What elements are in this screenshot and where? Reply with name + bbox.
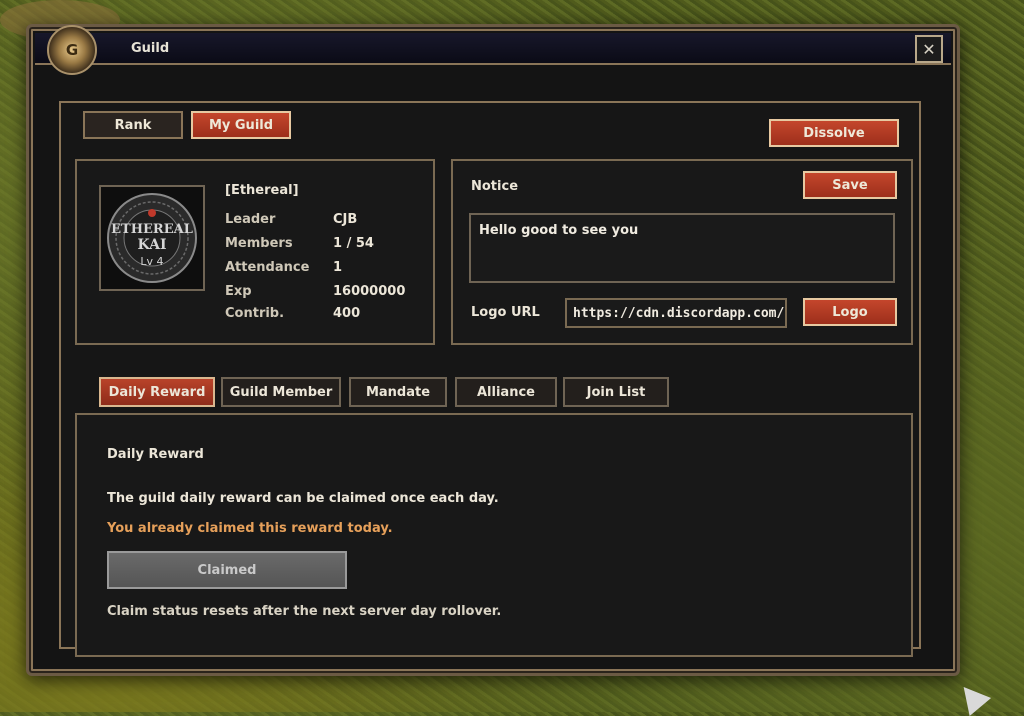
daily-reward-description: The guild daily reward can be claimed on…: [107, 491, 499, 506]
close-button[interactable]: ✕: [915, 35, 943, 63]
logo-line3: Lv 4: [140, 255, 163, 268]
claimed-label: Claimed: [197, 562, 257, 578]
tab-my-guild-label: My Guild: [208, 117, 274, 133]
logo-button-label: Logo: [832, 304, 868, 320]
notice-textarea[interactable]: Hello good to see you: [469, 213, 895, 283]
tab-rank[interactable]: Rank: [83, 111, 183, 139]
claimed-button[interactable]: Claimed: [107, 551, 347, 589]
field-value-attendance: 1: [333, 260, 343, 275]
tab-my-guild[interactable]: My Guild: [191, 111, 291, 139]
save-label: Save: [832, 177, 868, 193]
save-button[interactable]: Save: [803, 171, 897, 199]
field-label-members: Members: [225, 236, 293, 251]
field-value-members: 1 / 54: [333, 236, 374, 251]
guild-logo-icon: ETHEREAL KAI Lv 4: [107, 193, 197, 283]
guild-info-panel: ETHEREAL KAI Lv 4 [Ethereal] Leader CJB …: [75, 159, 435, 345]
logo-line1: ETHEREAL: [111, 222, 193, 237]
tab-daily-reward-label: Daily Reward: [108, 384, 206, 400]
logo-url-label: Logo URL: [471, 305, 540, 320]
title-bar[interactable]: G Guild ✕: [35, 25, 951, 75]
field-label-attendance: Attendance: [225, 260, 310, 275]
guild-emblem-icon: G: [47, 25, 97, 75]
daily-reward-footnote: Claim status resets after the next serve…: [107, 604, 502, 619]
tab-join-list-label: Join List: [586, 384, 646, 400]
daily-reward-heading: Daily Reward: [107, 447, 204, 462]
notice-title: Notice: [471, 179, 519, 194]
tab-alliance[interactable]: Alliance: [455, 377, 557, 407]
logo-url-input[interactable]: https://cdn.discordapp.com/at: [565, 298, 787, 328]
field-label-exp: Exp: [225, 284, 252, 299]
logo-line2: KAI: [137, 237, 166, 253]
close-icon: ✕: [922, 39, 936, 59]
tab-mandate-label: Mandate: [365, 384, 431, 400]
tab-join-list[interactable]: Join List: [563, 377, 669, 407]
guild-logo: ETHEREAL KAI Lv 4: [99, 185, 205, 291]
logo-button[interactable]: Logo: [803, 298, 897, 326]
notice-panel: Notice Save Hello good to see you Logo U…: [451, 159, 913, 345]
dissolve-label: Dissolve: [803, 125, 865, 141]
dissolve-button[interactable]: Dissolve: [769, 119, 899, 147]
window-title: Guild: [131, 41, 170, 56]
tab-guild-member[interactable]: Guild Member: [221, 377, 341, 407]
field-label-leader: Leader: [225, 212, 276, 227]
daily-reward-panel: Daily Reward The guild daily reward can …: [75, 413, 913, 657]
daily-reward-status: You already claimed this reward today.: [107, 521, 393, 536]
guild-window: G Guild ✕ Rank My Guild Dissolve ETHEREA…: [26, 24, 960, 676]
tab-daily-reward[interactable]: Daily Reward: [99, 377, 215, 407]
tab-rank-label: Rank: [114, 117, 152, 133]
mouse-cursor-icon: [952, 678, 992, 716]
tab-mandate[interactable]: Mandate: [349, 377, 447, 407]
field-value-exp: 16000000: [333, 284, 406, 299]
tab-guild-member-label: Guild Member: [229, 384, 333, 400]
guild-content: Rank My Guild Dissolve ETHEREAL KAI Lv 4: [59, 101, 921, 657]
field-value-contrib: 400: [333, 306, 361, 321]
guild-name: [Ethereal]: [225, 183, 299, 198]
tab-alliance-label: Alliance: [477, 384, 535, 400]
field-label-contrib: Contrib.: [225, 306, 285, 321]
field-value-leader: CJB: [333, 212, 358, 227]
